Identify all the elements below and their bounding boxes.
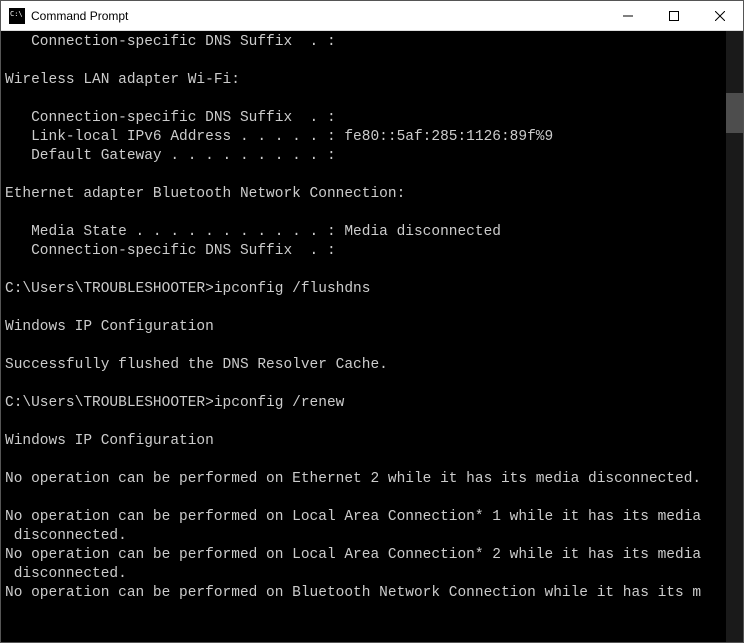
terminal-line — [5, 489, 725, 508]
maximize-button[interactable] — [651, 1, 697, 30]
terminal-line — [5, 166, 725, 185]
terminal-line: Link-local IPv6 Address . . . . . : fe80… — [5, 128, 725, 147]
terminal-line: Windows IP Configuration — [5, 318, 725, 337]
terminal-line: Connection-specific DNS Suffix . : — [5, 242, 725, 261]
maximize-icon — [669, 11, 679, 21]
close-icon — [715, 11, 725, 21]
window-controls — [605, 1, 743, 30]
terminal-line: C:\Users\TROUBLESHOOTER>ipconfig /flushd… — [5, 280, 725, 299]
minimize-button[interactable] — [605, 1, 651, 30]
command-prompt-window: Command Prompt Connection-specific DNS S… — [0, 0, 744, 643]
terminal-line: No operation can be performed on Local A… — [5, 546, 725, 565]
terminal-line — [5, 52, 725, 71]
minimize-icon — [623, 11, 633, 21]
terminal-line: No operation can be performed on Bluetoo… — [5, 584, 725, 603]
terminal-line: disconnected. — [5, 565, 725, 584]
terminal-line — [5, 375, 725, 394]
terminal-line — [5, 337, 725, 356]
window-title: Command Prompt — [31, 9, 605, 23]
terminal-line: Media State . . . . . . . . . . . : Medi… — [5, 223, 725, 242]
terminal-line: No operation can be performed on Local A… — [5, 508, 725, 527]
terminal-line — [5, 90, 725, 109]
terminal-line: disconnected. — [5, 527, 725, 546]
terminal-line: Connection-specific DNS Suffix . : — [5, 109, 725, 128]
terminal-line: C:\Users\TROUBLESHOOTER>ipconfig /renew — [5, 394, 725, 413]
terminal-line: Connection-specific DNS Suffix . : — [5, 33, 725, 52]
terminal-line — [5, 299, 725, 318]
terminal-line — [5, 413, 725, 432]
app-icon — [9, 8, 25, 24]
titlebar[interactable]: Command Prompt — [1, 1, 743, 31]
terminal-line — [5, 451, 725, 470]
terminal-line: No operation can be performed on Etherne… — [5, 470, 725, 489]
terminal-output[interactable]: Connection-specific DNS Suffix . : Wirel… — [1, 31, 743, 642]
terminal-line: Successfully flushed the DNS Resolver Ca… — [5, 356, 725, 375]
scrollbar-thumb[interactable] — [726, 93, 743, 133]
terminal-line: Ethernet adapter Bluetooth Network Conne… — [5, 185, 725, 204]
terminal-line — [5, 261, 725, 280]
terminal-line: Wireless LAN adapter Wi-Fi: — [5, 71, 725, 90]
scrollbar-track[interactable] — [726, 31, 743, 642]
terminal-line: Windows IP Configuration — [5, 432, 725, 451]
close-button[interactable] — [697, 1, 743, 30]
terminal-line: Default Gateway . . . . . . . . . : — [5, 147, 725, 166]
terminal-line — [5, 204, 725, 223]
